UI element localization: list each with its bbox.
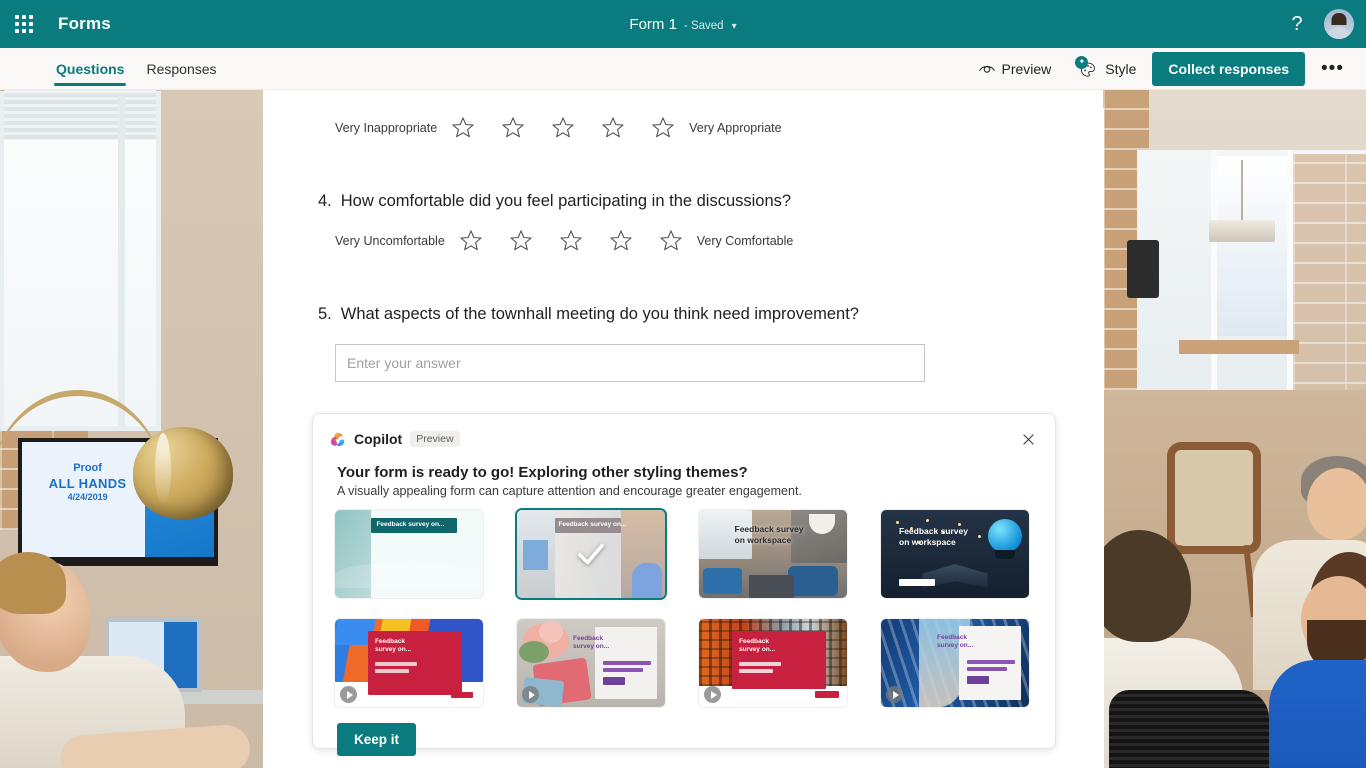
star-icon[interactable]	[601, 116, 625, 139]
help-icon[interactable]: ?	[1280, 7, 1314, 41]
star-icon[interactable]	[659, 229, 683, 252]
star-icon[interactable]	[609, 229, 633, 252]
theme-cell: Feedback survey on...	[335, 510, 517, 598]
copilot-name: Copilot	[354, 431, 403, 447]
theme-play-icon[interactable]	[886, 686, 903, 703]
star-icon[interactable]	[451, 116, 475, 139]
star-icon[interactable]	[501, 116, 525, 139]
question-5: 5. What aspects of the townhall meeting …	[263, 252, 1104, 382]
top-header-bar: Forms Form 1 - Saved ▾ ?	[0, 0, 1366, 48]
theme-card-title: Feedback survey on...	[374, 638, 412, 654]
form-title-area: Form 1 - Saved ▾	[0, 0, 1366, 48]
more-options-icon[interactable]: •••	[1311, 54, 1354, 84]
theme-thumbnail-workspace-lounge[interactable]: Feedback survey on workspace	[699, 510, 847, 598]
header-right-actions: ?	[1280, 0, 1366, 48]
app-name: Forms	[58, 14, 111, 33]
background-photo-right	[1103, 90, 1366, 768]
theme-cell: Feedback survey on workspace	[881, 510, 1063, 598]
theme-card-title: Feedback survey on...	[738, 638, 776, 654]
theme-selected-check	[517, 510, 665, 598]
app-launcher-icon[interactable]	[0, 0, 48, 48]
theme-card-title: Feedback survey on...	[937, 634, 974, 650]
copilot-preview-badge: Preview	[410, 431, 460, 447]
theme-cell: Feedback survey on...	[699, 619, 881, 707]
theme-card-title: Feedback survey on workspace	[734, 524, 804, 545]
theme-card-title: Feedback survey on...	[376, 521, 445, 528]
answer-input-q5[interactable]: Enter your answer	[335, 344, 925, 382]
star-icon[interactable]	[559, 229, 583, 252]
question-5-text-row: 5. What aspects of the townhall meeting …	[263, 305, 1104, 324]
star-icon[interactable]	[651, 116, 675, 139]
theme-play-icon[interactable]	[522, 686, 539, 703]
rating-row-q3[interactable]: Very Inappropriate Very Appropriate	[263, 116, 1104, 139]
theme-thumbnail-book-globe[interactable]: Feedback survey on workspace	[881, 510, 1029, 598]
question-5-number: 5.	[318, 305, 332, 323]
theme-cell: Feedback survey on...	[517, 510, 699, 598]
theme-cell: Feedback survey on...	[517, 619, 699, 707]
preview-label: Preview	[1001, 60, 1052, 77]
copilot-heading: Your form is ready to go! Exploring othe…	[337, 464, 748, 481]
theme-play-icon[interactable]	[340, 686, 357, 703]
question-3: Very Inappropriate Very Appropriate	[263, 108, 1104, 139]
command-bar-actions: Preview ✦ Style Collect responses •••	[968, 51, 1366, 86]
saved-status: - Saved	[683, 19, 724, 32]
keep-it-button[interactable]: Keep it	[337, 723, 417, 756]
theme-thumbnail-office-photo[interactable]: Feedback survey on...	[517, 510, 665, 598]
star-group-q4[interactable]	[459, 229, 683, 252]
question-4: 4. How comfortable did you feel particip…	[263, 139, 1104, 252]
rating-left-label-q4: Very Uncomfortable	[335, 233, 445, 248]
style-palette-icon: ✦	[1075, 55, 1098, 79]
style-button[interactable]: ✦ Style	[1067, 53, 1146, 85]
star-icon[interactable]	[509, 229, 533, 252]
question-4-number: 4.	[318, 192, 332, 210]
theme-cell: Feedback survey on...	[881, 619, 1063, 707]
theme-card-title: Feedback survey on...	[573, 635, 610, 651]
command-bar: Questions Responses Preview ✦ Style Coll…	[0, 48, 1366, 90]
tab-list: Questions Responses	[48, 48, 225, 90]
theme-play-icon[interactable]	[704, 686, 721, 703]
copilot-subheading: A visually appealing form can capture at…	[337, 484, 802, 498]
star-icon[interactable]	[459, 229, 483, 252]
theme-thumbnail-teal-wave[interactable]: Feedback survey on...	[335, 510, 483, 598]
preview-button[interactable]: Preview	[968, 55, 1062, 83]
copilot-header: Copilot Preview	[313, 414, 1055, 454]
rating-right-label-q4: Very Comfortable	[696, 233, 794, 248]
close-icon[interactable]	[1015, 426, 1041, 452]
rating-left-label-q3: Very Inappropriate	[335, 120, 438, 135]
star-icon[interactable]	[551, 116, 575, 139]
rating-row-q4[interactable]: Very Uncomfortable Very Comfortable	[263, 229, 1104, 252]
answer-placeholder-q5: Enter your answer	[347, 355, 461, 371]
theme-gallery: Feedback survey on... Feedback survey on…	[313, 498, 1055, 707]
avatar[interactable]	[1324, 9, 1354, 39]
copilot-sparkle-badge: ✦	[1075, 55, 1089, 69]
collect-responses-button[interactable]: Collect responses	[1152, 51, 1306, 86]
background-photo-left: Proof ALL HANDS 4/24/2019	[0, 90, 263, 768]
question-4-text-row: 4. How comfortable did you feel particip…	[263, 192, 1104, 211]
form-title: Form 1	[629, 15, 677, 33]
rating-right-label-q3: Very Appropriate	[689, 120, 782, 135]
theme-card-title: Feedback survey on workspace	[899, 526, 968, 547]
copilot-logo-icon	[329, 431, 346, 448]
theme-cell: Feedback survey on...	[335, 619, 517, 707]
copilot-panel: Copilot Preview Your form is ready to go…	[312, 413, 1056, 756]
question-5-title: What aspects of the townhall meeting do …	[340, 305, 859, 323]
theme-thumbnail-sunset-city[interactable]: Feedback survey on...	[699, 619, 847, 707]
star-group-q3[interactable]	[451, 116, 675, 139]
theme-thumbnail-blue-architecture[interactable]: Feedback survey on...	[881, 619, 1029, 707]
theme-thumbnail-color-stripes[interactable]: Feedback survey on...	[335, 619, 483, 707]
eye-icon	[978, 62, 995, 75]
question-4-title: How comfortable did you feel participati…	[340, 192, 792, 210]
style-label: Style	[1105, 60, 1137, 77]
theme-cell: Feedback survey on workspace	[699, 510, 881, 598]
form-title-dropdown[interactable]: Form 1 - Saved ▾	[629, 16, 736, 33]
chevron-down-icon[interactable]: ▾	[732, 21, 737, 32]
tab-responses[interactable]: Responses	[138, 48, 224, 90]
tab-questions[interactable]: Questions	[48, 48, 132, 90]
theme-thumbnail-roses-desk[interactable]: Feedback survey on...	[517, 619, 665, 707]
